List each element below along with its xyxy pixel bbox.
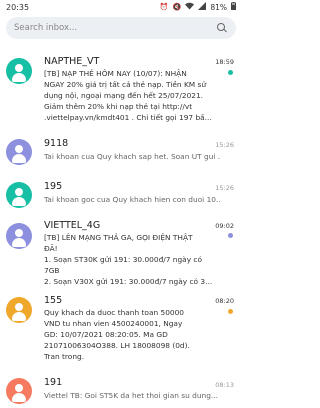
preview-line: Giảm thêm 20% khi nạp thẻ tại http://vt [44,102,193,111]
signal-icon [198,2,207,12]
avatar [6,297,32,323]
battery-icon [231,2,236,12]
status-bar: 20:35 ⏰ 🔇 81% [0,0,242,14]
sender-name: 191 [44,377,63,388]
conversation-item[interactable]: 191 08:13 Viettel TB: Goi ST5K da het th… [0,376,242,408]
sender-name: NAPTHE_VT [44,56,100,67]
avatar [6,182,32,208]
preview-line: VND tu nhan vien 4500240001, Ngay [44,319,183,328]
preview-line: dụng nội, ngoại mạng đến hết 25/07/2021. [44,91,204,100]
sender-name: 9118 [44,138,69,149]
message-preview: [TB] LÊN MẠNG THẢ GA, GỌI ĐIỆN THẬT ĐÃ! … [44,232,220,287]
conversation-item[interactable]: VIETTEL_4G 09:02 [TB] LÊN MẠNG THẢ GA, G… [0,219,242,291]
preview-line: [TB] NẠP THẺ HÔM NAY (10/07): NHẬN [44,69,187,78]
sender-name: VIETTEL_4G [44,220,101,231]
message-time: 08:20 [215,297,234,305]
sender-name: 195 [44,181,63,192]
mute-icon: 🔇 [172,3,182,11]
preview-line: Viettel TB: Goi ST5K da het thoi gian su… [44,391,218,400]
search-input[interactable]: Search inbox... [14,23,216,33]
conversation-item[interactable]: 9118 15:26 Tai khoan cua Quy khach sap h… [0,136,242,174]
preview-line: Tran trong. [44,352,85,361]
preview-line: 21071006304O388. LH 18008098 (0d). [44,341,190,350]
message-preview: Viettel TB: Goi ST5K da het thoi gian su… [44,390,220,401]
preview-line: Quy khach da duoc thanh toan 50000 [44,308,185,317]
conversation-item[interactable]: 155 08:20 Quy khach da duoc thanh toan 5… [0,295,242,365]
message-time: 15:26 [215,184,234,192]
message-time: 08:13 [215,381,234,389]
status-time: 20:35 [6,2,30,12]
preview-line: 7GB [44,266,60,275]
preview-line: .viettelpay.vn/kmdt401 . Chi tiết gọi 19… [44,113,212,122]
avatar [6,58,32,84]
battery-level: 81% [210,2,227,12]
preview-line: GD: 10/07/2021 08:20:05. Ma GD [44,330,168,339]
unread-dot [228,70,233,75]
wifi-icon [185,2,195,12]
sender-name: 155 [44,295,63,306]
unread-dot [228,309,233,314]
preview-line: 1. Soạn ST30K gửi 191: 30.000đ/7 ngày có [44,255,203,264]
message-time: 09:02 [215,222,234,230]
preview-line: NGAY 20% giá trị tất cả thẻ nạp. Tiền KM… [44,80,207,89]
preview-line: Tai khoan cua Quy khach sap het. Soan UT… [44,152,220,161]
message-preview: Tai khoan cua Quy khach sap het. Soan UT… [44,151,220,162]
message-time: 18:59 [215,58,234,66]
status-icons: ⏰ 🔇 81% [160,2,236,12]
preview-line: ĐÃ! [44,244,58,253]
unread-dot [228,233,233,238]
message-time: 15:26 [215,141,234,149]
avatar [6,223,32,249]
conversation-item[interactable]: 195 15:26 Tai khoan goc cua Quy khach hi… [0,179,242,217]
message-preview: [TB] NẠP THẺ HÔM NAY (10/07): NHẬN NGAY … [44,68,220,123]
search-icon[interactable] [216,22,228,34]
conversation-item[interactable]: NAPTHE_VT 18:59 [TB] NẠP THẺ HÔM NAY (10… [0,56,242,146]
avatar [6,378,32,404]
message-preview: Quy khach da duoc thanh toan 50000 VND t… [44,307,220,362]
preview-line: Tai khoan goc cua Quy khach hien con duo… [44,195,220,204]
preview-line: 2. Soạn V30X gửi 191: 30.000đ/7 ngày có … [44,277,213,286]
message-preview: Tai khoan goc cua Quy khach hien con duo… [44,194,220,205]
preview-line: [TB] LÊN MẠNG THẢ GA, GỌI ĐIỆN THẬT [44,233,193,242]
alarm-icon: ⏰ [159,3,169,11]
avatar [6,139,32,165]
search-bar[interactable]: Search inbox... [6,17,236,39]
